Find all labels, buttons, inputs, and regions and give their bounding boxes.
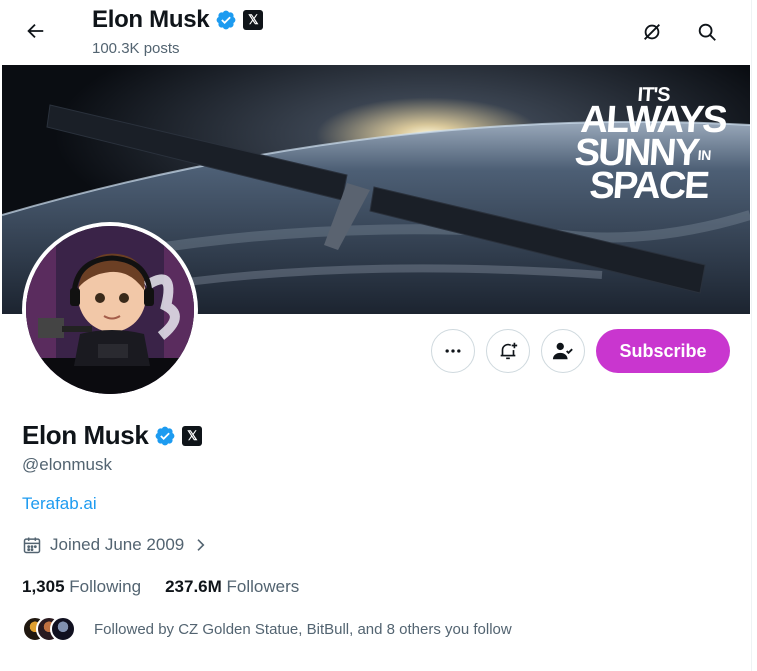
profile-avatar[interactable] (22, 222, 198, 398)
profile-name-row: Elon Musk 𝕏 (22, 420, 203, 451)
x-logo-icon[interactable]: 𝕏 (182, 425, 203, 446)
notifications-button[interactable] (486, 329, 530, 373)
avatar-image (26, 226, 194, 394)
notify-bell-icon (500, 342, 518, 360)
follow-stats: 1,305 Following 237.6M Followers (22, 577, 299, 597)
profile-handle: @elonmusk (22, 455, 113, 474)
back-button[interactable] (18, 14, 52, 48)
header-title-row: Elon Musk 𝕏 (92, 6, 264, 34)
top-bar: Elon Musk 𝕏 100.3K posts (0, 0, 751, 64)
search-button[interactable] (689, 14, 725, 50)
verified-badge-icon[interactable] (154, 425, 176, 447)
search-icon (698, 23, 716, 41)
following-button[interactable] (541, 329, 585, 373)
profile-name: Elon Musk (22, 420, 149, 450)
profile-page: Elon Musk 𝕏 100.3K posts IT'S ALWAYS SUN… (0, 0, 752, 671)
joined-label: Joined June 2009 (50, 535, 185, 554)
follower-avatar (50, 616, 76, 642)
header-name: Elon Musk (92, 6, 210, 33)
more-button[interactable] (431, 329, 475, 373)
verified-badge-icon (216, 10, 236, 30)
more-icon (445, 349, 461, 353)
back-arrow-icon (27, 23, 44, 39)
banner-slogan: IT'S ALWAYS SUNNYIN SPACE (573, 84, 728, 207)
followed-by-row[interactable]: Followed by CZ Golden Statue, BitBull, a… (22, 616, 512, 642)
following-link[interactable]: 1,305 Following (22, 577, 141, 597)
chevron-right-icon (197, 539, 205, 551)
grok-icon (644, 24, 660, 40)
joined-date[interactable]: Joined June 2009 (22, 535, 208, 555)
header-posts-count: 100.3K posts (92, 40, 180, 57)
grok-button[interactable] (634, 14, 670, 50)
profile-website-link[interactable]: Terafab.ai (22, 494, 97, 514)
calendar-icon (23, 537, 41, 554)
following-person-icon (552, 342, 573, 360)
followers-link[interactable]: 237.6M Followers (165, 577, 299, 597)
subscribe-button[interactable]: Subscribe (596, 329, 730, 373)
x-logo-icon: 𝕏 (243, 10, 264, 30)
followed-by-text: Followed by CZ Golden Statue, BitBull, a… (94, 620, 512, 638)
